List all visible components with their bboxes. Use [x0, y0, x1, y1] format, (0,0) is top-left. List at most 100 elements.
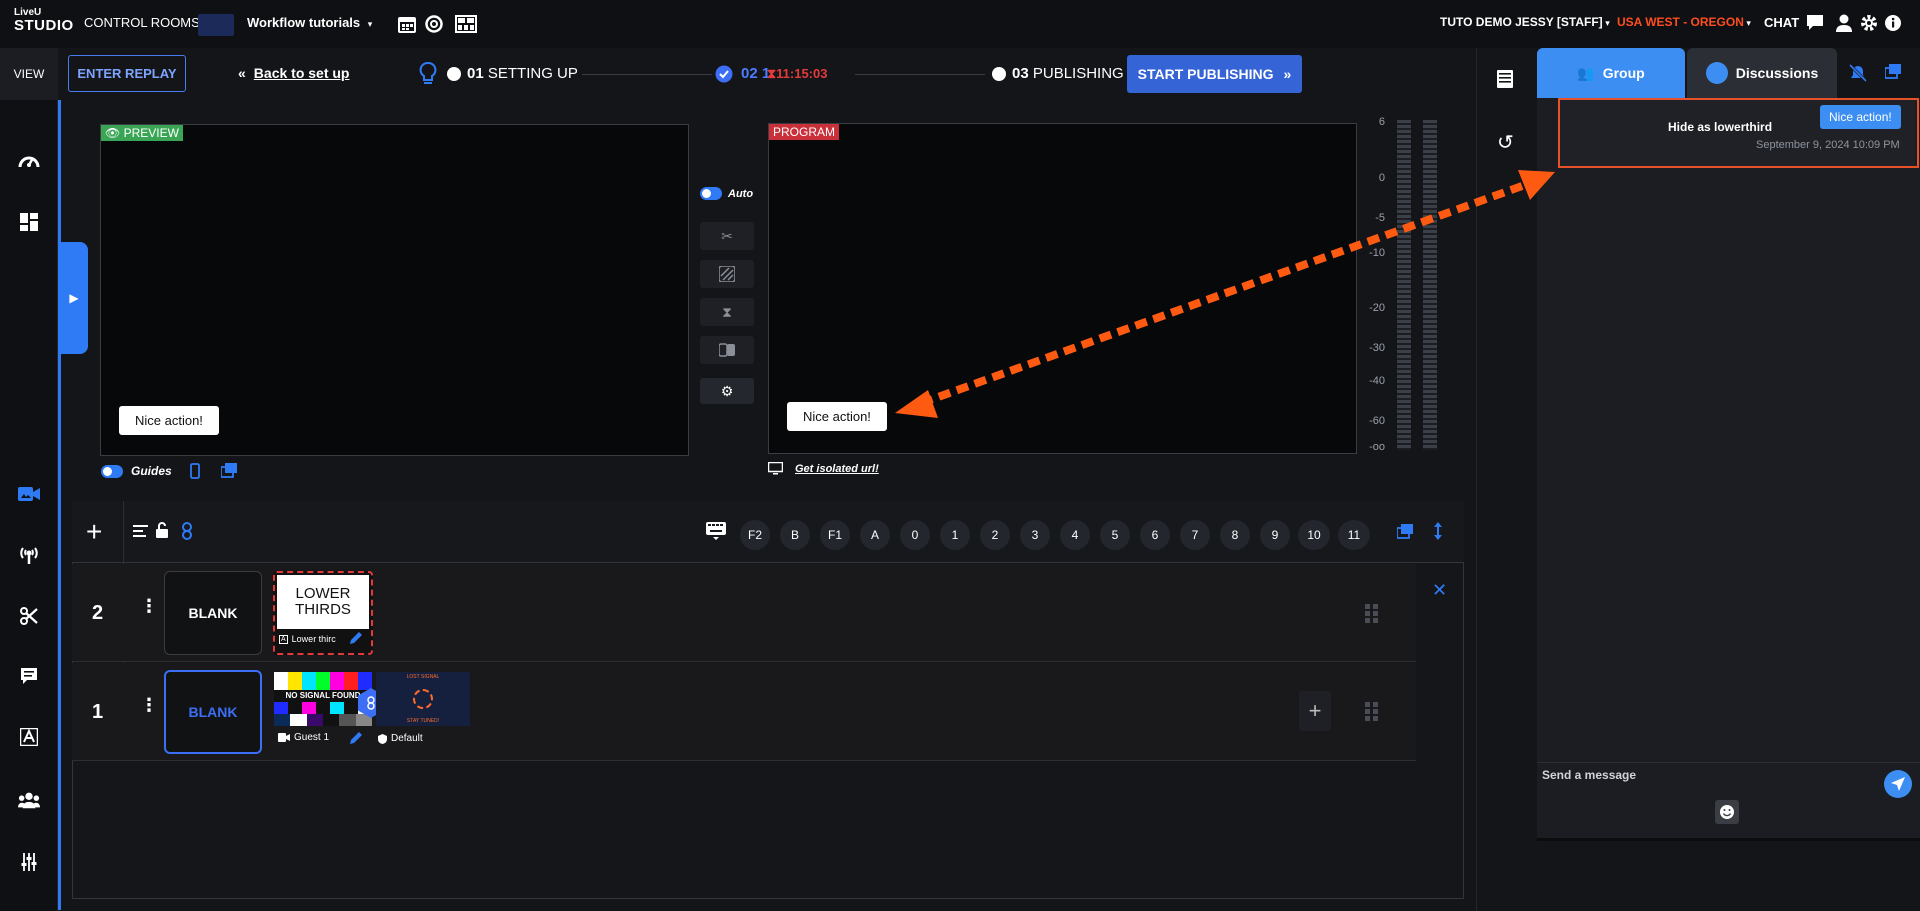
step2-label[interactable]: 02 1 [741, 65, 770, 82]
control-rooms-link[interactable]: CONTROL ROOMS [84, 15, 200, 30]
keyboard-icon[interactable] [706, 522, 726, 540]
help-lifebuoy-icon[interactable] [424, 14, 444, 34]
pencil-edit-icon[interactable] [349, 731, 363, 745]
text-icon[interactable] [18, 726, 40, 748]
video-camera-icon [278, 733, 290, 742]
fade-transition-button[interactable]: ⧗ [700, 298, 754, 326]
blank-slot[interactable]: BLANK [164, 571, 262, 655]
user-menu[interactable]: TUTO DEMO JESSY [STAFF] ▾ [1440, 15, 1610, 29]
shortcut-key[interactable]: 1 [940, 520, 970, 550]
unlock-icon[interactable] [155, 522, 169, 538]
drag-handle-icon[interactable] [1365, 604, 1379, 624]
sidebar-accent-line [58, 100, 61, 910]
shortcut-key[interactable]: 9 [1260, 520, 1290, 550]
lost-signal-thumbnail[interactable]: LOST SIGNAL STAY TUNED! [376, 672, 470, 726]
shortcut-key[interactable]: 4 [1060, 520, 1090, 550]
layout-icon[interactable] [18, 211, 40, 233]
mobile-icon[interactable] [190, 463, 200, 479]
stinger-icon [719, 343, 735, 357]
preview-monitor[interactable]: 👁 PREVIEW Nice action! [100, 124, 689, 456]
link-chain-icon[interactable] [181, 522, 193, 540]
chat-message-input[interactable]: Send a message [1542, 768, 1636, 782]
liveu-studio-logo[interactable]: LiveU STUDIO [14, 8, 74, 40]
blank-slot-active[interactable]: BLANK [164, 670, 262, 754]
step3-label[interactable]: 03 PUBLISHING [1012, 65, 1124, 82]
sliders-icon[interactable] [18, 851, 40, 873]
chevron-down-icon: ▾ [1743, 18, 1751, 28]
auto-toggle[interactable]: Auto [700, 187, 753, 200]
lost-signal-text: LOST SIGNAL [406, 674, 440, 680]
drag-handle-icon[interactable] [1365, 702, 1379, 722]
lightbulb-icon[interactable] [419, 62, 437, 86]
shortcut-key[interactable]: 3 [1020, 520, 1050, 550]
align-left-icon[interactable] [133, 524, 148, 538]
copy-layers-icon[interactable] [221, 463, 237, 478]
shortcut-key[interactable]: B [780, 520, 810, 550]
message-icon[interactable] [18, 665, 40, 687]
gear-icon[interactable] [1860, 14, 1878, 32]
emoji-button[interactable] [1715, 800, 1739, 824]
isolated-url-link[interactable]: Get isolated url! [768, 462, 879, 475]
broadcast-icon[interactable] [18, 544, 40, 566]
shortcut-key[interactable]: F1 [820, 520, 850, 550]
add-layer-button[interactable]: + [1299, 691, 1331, 731]
view-label[interactable]: VIEW [0, 48, 58, 100]
tab-group[interactable]: 👥 Group [1537, 48, 1685, 98]
users-icon[interactable] [18, 789, 40, 811]
resize-vertical-icon[interactable] [1433, 522, 1443, 540]
rundown-list-icon[interactable] [1497, 70, 1513, 88]
region-selector[interactable]: USA WEST - OREGON ▾ [1617, 15, 1751, 29]
shortcut-key[interactable]: A [860, 520, 890, 550]
info-icon[interactable] [1884, 14, 1902, 32]
guides-toggle[interactable]: Guides [101, 464, 172, 478]
shortcut-key[interactable]: 5 [1100, 520, 1130, 550]
chat-label[interactable]: CHAT [1764, 15, 1799, 30]
calendar-icon[interactable] [397, 14, 417, 34]
scissors-icon[interactable] [18, 605, 40, 627]
mute-bell-icon[interactable] [1849, 64, 1867, 82]
add-plus-icon[interactable]: + [86, 518, 102, 546]
multiview-icon[interactable] [455, 14, 477, 34]
user-profile-icon[interactable] [1836, 14, 1852, 32]
tab-discussions[interactable]: Discussions [1687, 48, 1837, 98]
shortcut-key[interactable]: 0 [900, 520, 930, 550]
close-icon[interactable]: ✕ [1432, 580, 1447, 601]
check-circle-icon [715, 65, 733, 83]
row-menu-icon[interactable]: ⋮ [140, 696, 158, 714]
shortcut-key[interactable]: F2 [740, 520, 770, 550]
enter-replay-button[interactable]: ENTER REPLAY [68, 55, 186, 92]
start-publishing-button[interactable]: START PUBLISHING » [1127, 55, 1302, 93]
shortcut-key[interactable]: 11 [1338, 520, 1370, 550]
copy-layers-icon[interactable] [1885, 64, 1901, 79]
pencil-edit-icon[interactable] [349, 631, 363, 645]
source-caption: Guest 1 [278, 732, 329, 743]
shortcut-key[interactable]: 2 [980, 520, 1010, 550]
program-monitor[interactable]: PROGRAM Nice action! [768, 123, 1357, 454]
meter-bar-left [1397, 120, 1411, 450]
auto-switch[interactable] [700, 187, 722, 200]
dashboard-icon[interactable] [18, 150, 40, 172]
transition-settings-button[interactable]: ⚙ [700, 378, 754, 404]
shortcut-key[interactable]: 6 [1140, 520, 1170, 550]
card-caption: A Lower thirc [279, 634, 336, 644]
row-menu-icon[interactable]: ⋮ [140, 597, 158, 615]
meter-label: 6 [1378, 116, 1385, 128]
lower-thirds-card[interactable]: LOWER THIRDS A Lower thirc [273, 571, 373, 655]
project-selector[interactable]: Workflow tutorials ▾ [247, 15, 372, 30]
undo-history-icon[interactable]: ↺ [1497, 133, 1514, 153]
cut-transition-button[interactable]: ✂ [700, 222, 754, 250]
back-to-setup-link[interactable]: « Back to set up [238, 65, 350, 81]
copy-layers-icon[interactable] [1397, 524, 1413, 539]
video-icon[interactable] [18, 483, 40, 505]
shortcut-key[interactable]: 10 [1298, 520, 1330, 550]
send-button[interactable] [1884, 770, 1912, 798]
wipe-transition-button[interactable] [700, 260, 754, 288]
stinger-transition-button[interactable] [700, 336, 754, 364]
no-signal-thumbnail[interactable]: NO SIGNAL FOUND [274, 672, 372, 726]
step1-label[interactable]: 01 SETTING UP [467, 65, 578, 82]
shortcut-key[interactable]: 8 [1220, 520, 1250, 550]
expand-panel-tab[interactable]: ▶ [60, 242, 88, 354]
shortcut-key[interactable]: 7 [1180, 520, 1210, 550]
chat-bubble-icon[interactable] [1806, 14, 1824, 32]
guides-switch[interactable] [101, 464, 123, 478]
